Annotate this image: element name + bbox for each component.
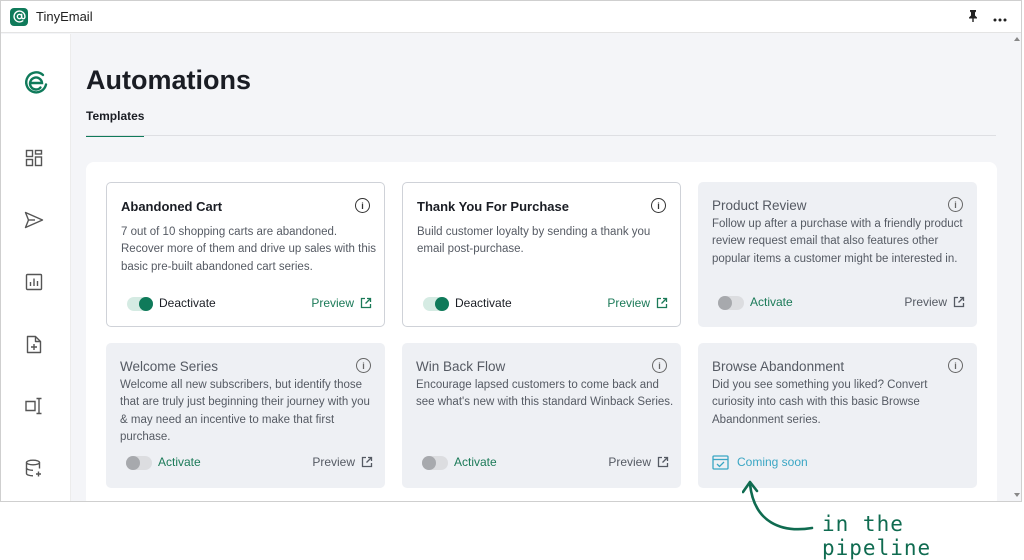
template-card-welcome-series[interactable]: Welcome Series Welcome all new subscribe… (106, 343, 385, 488)
external-link-icon (953, 296, 965, 308)
activation-toggle[interactable] (422, 456, 448, 470)
preview-link[interactable]: Preview (312, 455, 373, 469)
coming-soon-status: Coming soon (712, 454, 808, 470)
preview-label: Preview (312, 455, 355, 469)
external-link-icon (360, 297, 372, 309)
main-content: Automations Templates Abandoned Cart 7 o… (72, 34, 1016, 501)
app-title: TinyEmail (36, 9, 93, 24)
database-icon[interactable] (23, 457, 45, 479)
activation-toggle[interactable] (126, 456, 152, 470)
template-card-abandoned-cart[interactable]: Abandoned Cart 7 out of 10 shopping cart… (106, 182, 385, 327)
add-file-icon[interactable] (23, 333, 45, 355)
calendar-check-icon (712, 455, 729, 470)
external-link-icon (657, 456, 669, 468)
card-description: Did you see something you liked? Convert… (712, 379, 928, 426)
sidebar (1, 34, 71, 501)
template-card-browse-abandonment[interactable]: Browse Abandonment Did you see something… (698, 343, 977, 488)
preview-link[interactable]: Preview (311, 296, 372, 310)
more-icon[interactable] (993, 9, 1007, 27)
template-card-thank-you[interactable]: Thank You For Purchase Build customer lo… (402, 182, 681, 327)
tinyemail-logo-icon[interactable] (21, 67, 51, 97)
toggle-label[interactable]: Activate (454, 455, 497, 469)
card-description: Follow up after a purchase with a friend… (712, 218, 963, 265)
at-sign-icon (10, 7, 28, 26)
preview-label: Preview (311, 296, 354, 310)
send-icon[interactable] (23, 209, 45, 231)
card-description: Welcome all new subscribers, but identif… (120, 379, 370, 443)
info-icon[interactable] (948, 358, 963, 373)
activation-toggle[interactable] (127, 297, 153, 311)
tab-templates[interactable]: Templates (86, 109, 145, 137)
toggle-label[interactable]: Activate (158, 455, 201, 469)
preview-link[interactable]: Preview (904, 295, 965, 309)
toggle-knob (718, 296, 732, 310)
tab-divider (86, 135, 996, 136)
reports-icon[interactable] (23, 271, 45, 293)
text-cursor-icon[interactable] (23, 395, 45, 417)
template-card-win-back-flow[interactable]: Win Back Flow Encourage lapsed customers… (402, 343, 681, 488)
toggle-knob (126, 456, 140, 470)
external-link-icon (656, 297, 668, 309)
info-icon[interactable] (651, 198, 666, 213)
template-card-product-review[interactable]: Product Review Follow up after a purchas… (698, 182, 977, 327)
toggle-knob (139, 297, 153, 311)
preview-label: Preview (607, 296, 650, 310)
card-description: 7 out of 10 shopping carts are abandoned… (121, 226, 377, 273)
app-window: TinyEmail Automations Templates Abandone… (0, 0, 1022, 502)
toggle-knob (422, 456, 436, 470)
card-title: Welcome Series (120, 359, 219, 374)
toggle-label: Deactivate (455, 296, 512, 310)
preview-link[interactable]: Preview (607, 296, 668, 310)
pin-icon[interactable] (967, 9, 979, 27)
toggle-label: Deactivate (159, 296, 216, 310)
card-title: Product Review (712, 198, 807, 213)
card-title: Abandoned Cart (121, 199, 223, 214)
card-description: Build customer loyalty by sending a than… (417, 226, 651, 256)
dashboard-icon[interactable] (23, 147, 45, 169)
toggle-label[interactable]: Activate (750, 295, 793, 309)
activation-toggle[interactable] (718, 296, 744, 310)
annotation-text: in the pipeline (822, 512, 932, 560)
toggle-knob (435, 297, 449, 311)
activation-toggle[interactable] (423, 297, 449, 311)
curved-arrow-icon (742, 480, 814, 531)
page-title: Automations (86, 65, 251, 95)
preview-label: Preview (904, 295, 947, 309)
info-icon[interactable] (356, 358, 371, 373)
info-icon[interactable] (652, 358, 667, 373)
card-title: Win Back Flow (416, 359, 506, 374)
preview-label: Preview (608, 455, 651, 469)
preview-link[interactable]: Preview (608, 455, 669, 469)
templates-panel: Abandoned Cart 7 out of 10 shopping cart… (86, 162, 997, 501)
title-bar: TinyEmail (1, 1, 1021, 33)
card-title: Browse Abandonment (712, 359, 845, 374)
info-icon[interactable] (355, 198, 370, 213)
card-description: Encourage lapsed customers to come back … (416, 379, 674, 409)
external-link-icon (361, 456, 373, 468)
coming-soon-label: Coming soon (737, 455, 808, 469)
card-title: Thank You For Purchase (417, 199, 569, 214)
info-icon[interactable] (948, 197, 963, 212)
pipeline-annotation: in the pipeline (742, 478, 1012, 560)
